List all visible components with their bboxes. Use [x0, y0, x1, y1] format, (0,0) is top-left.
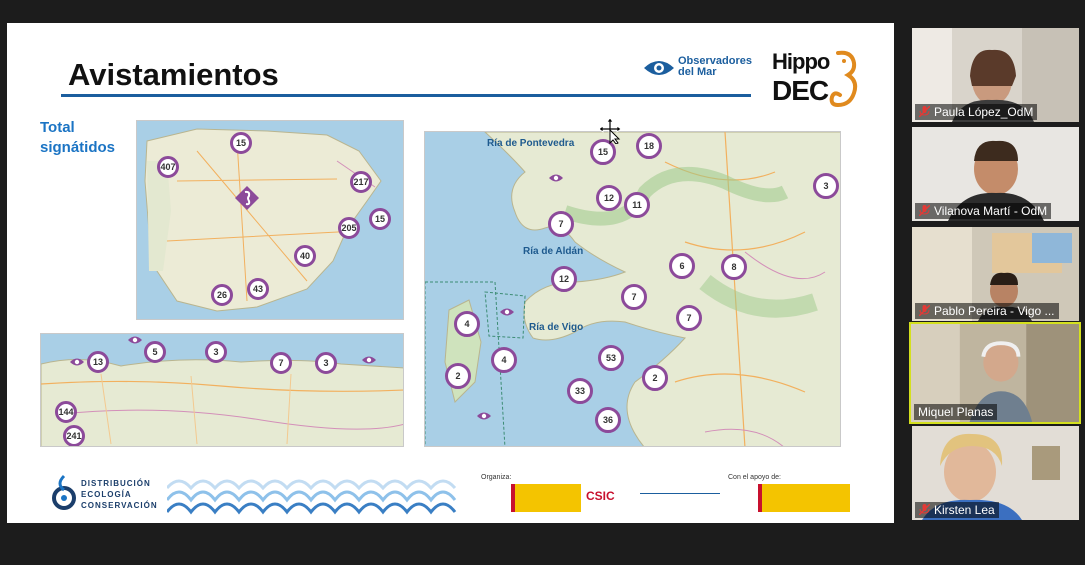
- sighting-cluster-marker[interactable]: 7: [676, 305, 702, 331]
- total-signatidos-label: Total signátidos: [40, 118, 115, 158]
- active-speaker-tile[interactable]: Miquel Planas: [909, 322, 1081, 424]
- csic-logo: CSIC: [586, 489, 615, 503]
- sighting-cluster-marker[interactable]: 217: [350, 171, 372, 193]
- move-cursor-icon: [600, 118, 622, 144]
- sighting-cluster-marker[interactable]: 7: [270, 352, 292, 374]
- microphone-muted-icon: [919, 305, 930, 316]
- sighting-cluster-marker[interactable]: 3: [813, 173, 839, 199]
- hippo-logo-bottom: DEC: [772, 75, 829, 106]
- participant-name-text: Vilanova Martí - OdM: [934, 204, 1048, 218]
- waves-decoration: [167, 479, 457, 515]
- observation-eye-marker-icon[interactable]: [476, 411, 492, 421]
- slide-footer: DISTRIBUCIÓN ECOLOGÍA CONSERVACIÓN Organ…: [7, 468, 894, 523]
- shared-screen-slide: Avistamientos Observadores del Mar Hippo…: [7, 23, 894, 523]
- dec-logo-icon: [52, 474, 76, 510]
- observation-eye-marker-icon[interactable]: [69, 357, 85, 367]
- label-ria-pontevedra: Ría de Pontevedra: [487, 138, 575, 149]
- ministerio-transicion-logo: [728, 484, 850, 512]
- participant-tile[interactable]: Paula López_OdM: [912, 28, 1079, 122]
- sighting-cluster-marker[interactable]: 2: [642, 365, 668, 391]
- hippo-logo-top: Hippo: [772, 49, 830, 74]
- participant-name-text: Kirsten Lea: [934, 503, 995, 517]
- north-coast-map: 13 5 3 7 3 144 241: [40, 333, 404, 447]
- participant-tile[interactable]: Vilanova Martí - OdM: [912, 127, 1079, 221]
- dec-logo: DISTRIBUCIÓN ECOLOGÍA CONSERVACIÓN: [51, 472, 161, 518]
- total-label-line1: Total: [40, 119, 75, 136]
- seahorse-icon: [829, 50, 858, 108]
- ministerio-ciencia-logo: [481, 484, 581, 512]
- title-underline: [61, 94, 751, 97]
- sighting-cluster-marker[interactable]: 7: [621, 284, 647, 310]
- hippodec-logo: Hippo DEC: [772, 45, 862, 115]
- sighting-cluster-marker[interactable]: 4: [454, 311, 480, 337]
- microphone-muted-icon: [919, 504, 930, 515]
- observation-eye-marker-icon[interactable]: [548, 173, 564, 183]
- participant-name: Miquel Planas: [914, 404, 998, 420]
- sighting-cluster-marker[interactable]: 3: [205, 341, 227, 363]
- sighting-cluster-marker[interactable]: 7: [548, 211, 574, 237]
- observation-eye-marker-icon[interactable]: [361, 355, 377, 365]
- sighting-cluster-marker[interactable]: 4: [491, 347, 517, 373]
- seahorse-marker-icon[interactable]: [234, 185, 260, 211]
- microphone-muted-icon: [919, 205, 930, 216]
- participant-tile[interactable]: Kirsten Lea: [912, 426, 1079, 520]
- sighting-cluster-marker[interactable]: 407: [157, 156, 179, 178]
- label-ria-vigo: Ría de Vigo: [529, 322, 584, 333]
- participant-name: Kirsten Lea: [915, 502, 999, 518]
- sighting-cluster-marker[interactable]: 5: [144, 341, 166, 363]
- sighting-cluster-marker[interactable]: 15: [230, 132, 252, 154]
- dec-logo-text: DISTRIBUCIÓN ECOLOGÍA CONSERVACIÓN: [81, 479, 158, 510]
- apoyo-label: Con el apoyo de:: [728, 474, 781, 481]
- ieo-logo: [640, 493, 720, 505]
- participant-name: Pablo Pereira - Vigo ...: [915, 303, 1059, 319]
- sighting-cluster-marker[interactable]: 6: [669, 253, 695, 279]
- sighting-cluster-marker[interactable]: 26: [211, 284, 233, 306]
- sighting-cluster-marker[interactable]: 205: [338, 217, 360, 239]
- sighting-cluster-marker[interactable]: 241: [63, 425, 85, 446]
- total-label-line2: signátidos: [40, 139, 116, 156]
- participant-name-text: Paula López_OdM: [934, 105, 1034, 119]
- sighting-cluster-marker[interactable]: 15: [369, 208, 391, 230]
- sighting-cluster-marker[interactable]: 144: [55, 401, 77, 423]
- sighting-cluster-marker[interactable]: 8: [721, 254, 747, 280]
- observation-eye-marker-icon[interactable]: [499, 307, 515, 317]
- observadores-del-mar-logo: Observadores del Mar: [642, 56, 752, 82]
- rias-baixas-map: Ría de Pontevedra Ría de Aldán Ría de Vi…: [424, 131, 841, 447]
- sighting-cluster-marker[interactable]: 53: [598, 345, 624, 371]
- odm-logo-text: Observadores del Mar: [678, 55, 752, 78]
- spain-map: 15 407 217 15 205 40 43 26: [136, 120, 404, 320]
- sighting-cluster-marker[interactable]: 3: [315, 352, 337, 374]
- sighting-cluster-marker[interactable]: 40: [294, 245, 316, 267]
- sighting-cluster-marker[interactable]: 2: [445, 363, 471, 389]
- participant-name-text: Miquel Planas: [918, 405, 994, 419]
- participant-name-text: Pablo Pereira - Vigo ...: [934, 304, 1055, 318]
- sighting-cluster-marker[interactable]: 12: [596, 185, 622, 211]
- sighting-cluster-marker[interactable]: 43: [247, 278, 269, 300]
- sighting-cluster-marker[interactable]: 11: [624, 192, 650, 218]
- organiza-label: Organiza:: [481, 474, 512, 481]
- sighting-cluster-marker[interactable]: 33: [567, 378, 593, 404]
- sighting-cluster-marker[interactable]: 18: [636, 133, 662, 159]
- eye-icon: [644, 61, 674, 75]
- spain-map-background: [144, 128, 383, 312]
- microphone-muted-icon: [919, 106, 930, 117]
- observation-eye-marker-icon[interactable]: [127, 335, 143, 345]
- participant-name: Paula López_OdM: [915, 104, 1038, 120]
- sighting-cluster-marker[interactable]: 36: [595, 407, 621, 433]
- sighting-cluster-marker[interactable]: 13: [87, 351, 109, 373]
- sighting-cluster-marker[interactable]: 12: [551, 266, 577, 292]
- label-ria-aldan: Ría de Aldán: [523, 246, 584, 257]
- slide-title: Avistamientos: [68, 57, 279, 92]
- participant-tile[interactable]: Pablo Pereira - Vigo ...: [912, 227, 1079, 321]
- video-call-window: Avistamientos Observadores del Mar Hippo…: [0, 0, 1085, 565]
- participant-name: Vilanova Martí - OdM: [915, 203, 1052, 219]
